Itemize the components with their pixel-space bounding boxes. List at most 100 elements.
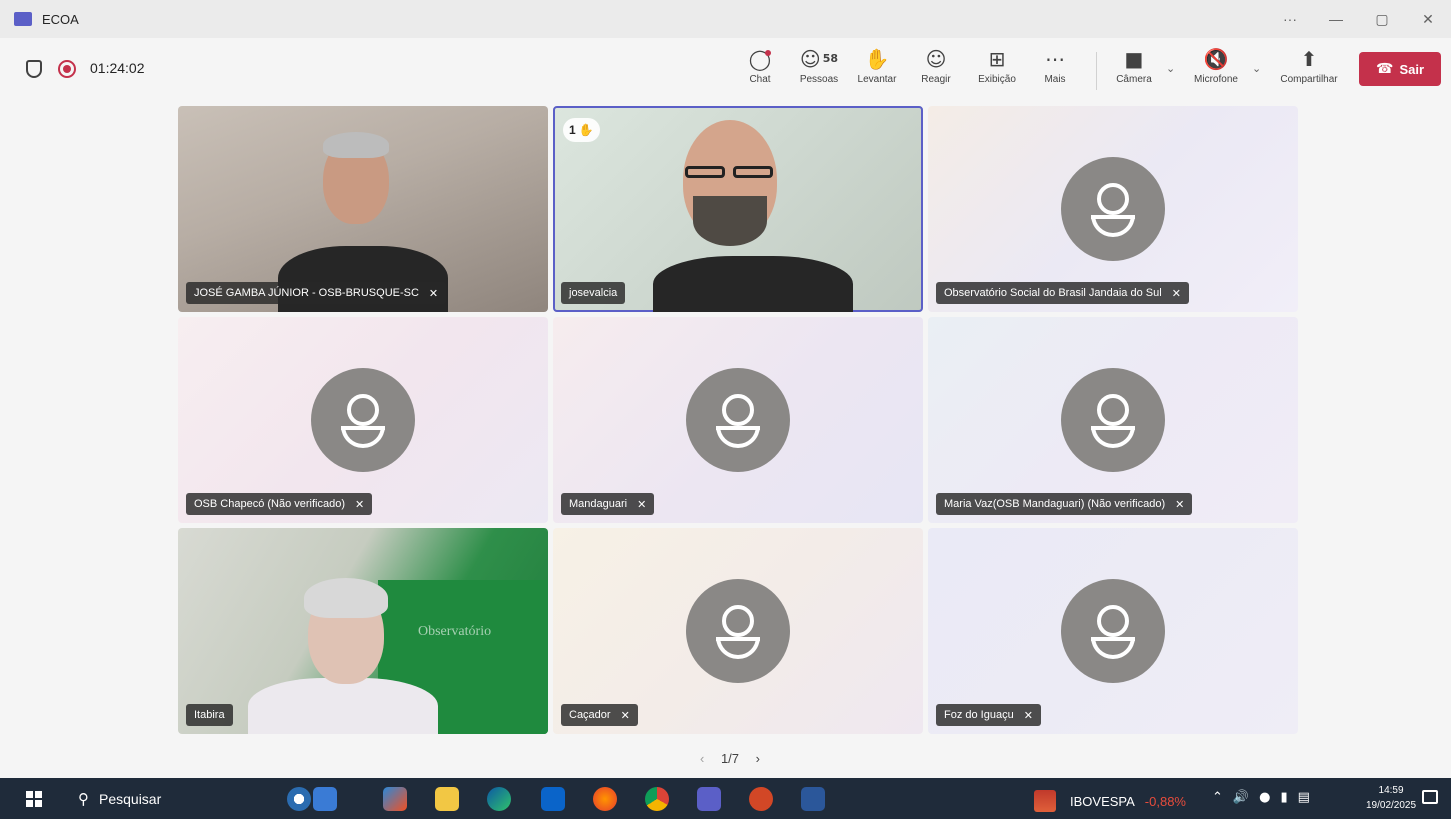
system-tray: ⌃ 🔊 ● ▮ ▤ [1212, 790, 1310, 805]
minimize-button[interactable]: — [1313, 11, 1359, 27]
more-button[interactable]: ⋯ Mais [1040, 46, 1070, 94]
participant-hair [304, 578, 388, 618]
window-controls: ··· — ▢ ✕ [1267, 0, 1451, 38]
react-label: Reagir [921, 74, 951, 85]
smiley-icon: ☺ [925, 47, 947, 71]
mic-muted-icon: ✕ [1023, 708, 1033, 722]
raise-hand-label: Levantar [857, 74, 897, 85]
participant-tile[interactable]: OSB Chapecó (Não verificado) ✕ [178, 317, 548, 523]
page-indicator: 1/7 [720, 750, 740, 766]
firefox-browser-icon[interactable] [593, 787, 617, 811]
more-label: Mais [1044, 74, 1066, 85]
banner-text: Observatório [418, 624, 492, 639]
avatar-placeholder-icon [1061, 368, 1165, 472]
notification-center-icon[interactable] [1422, 790, 1438, 804]
toolbar-divider [1096, 52, 1097, 90]
leave-label: Sair [1399, 61, 1425, 77]
participant-tile[interactable]: Observatório Itabira [178, 528, 548, 734]
taskbar-search[interactable]: ⚲ Pesquisar [64, 782, 274, 815]
participant-glasses-right [733, 166, 773, 178]
camera-button[interactable]: ■ Câmera [1112, 46, 1156, 94]
mic-muted-icon: ✕ [355, 497, 365, 511]
chat-button[interactable]: ◯ Chat [745, 46, 775, 94]
participant-hair [323, 132, 389, 158]
ticker-change: -0,88% [1144, 793, 1186, 809]
participant-nametag: Observatório Social do Brasil Jandaia do… [936, 282, 1189, 304]
participant-tile[interactable]: Caçador ✕ [553, 528, 923, 734]
next-page-chevron-icon[interactable]: › [756, 751, 760, 766]
react-button[interactable]: ☺ Reagir [918, 46, 954, 94]
soccer-widget-icon[interactable] [287, 787, 311, 811]
avatar-placeholder-icon [311, 368, 415, 472]
teams-app-icon [14, 12, 32, 26]
powerpoint-app-icon[interactable] [749, 787, 773, 811]
participant-tile-speaking[interactable]: 1 ✋ josevalcia [553, 106, 923, 312]
participant-nametag: Maria Vaz(OSB Mandaguari) (Não verificad… [936, 493, 1193, 515]
avatar-placeholder-icon [1061, 157, 1165, 261]
view-label: Exibição [978, 74, 1016, 85]
ticker-name: IBOVESPA [1070, 793, 1135, 809]
more-options-button[interactable]: ··· [1267, 11, 1313, 27]
participant-nametag: Itabira [186, 704, 233, 726]
chevron-up-icon[interactable]: ⌃ [1212, 790, 1223, 805]
participant-tile[interactable]: Foz do Iguaçu ✕ [928, 528, 1298, 734]
chat-label: Chat [749, 74, 771, 85]
share-label: Compartilhar [1280, 74, 1338, 85]
file-explorer-icon[interactable] [435, 787, 459, 811]
stock-ticker-widget[interactable]: IBOVESPA -0,88% [1034, 790, 1186, 812]
raised-hand-badge: 1 ✋ [563, 118, 600, 142]
system-clock[interactable]: 14:59 19/02/2025 [1366, 783, 1416, 813]
close-button[interactable]: ✕ [1405, 11, 1451, 28]
microphone-options-chevron-icon[interactable]: ⌄ [1252, 62, 1261, 75]
video-stage: JOSÉ GAMBA JÚNIOR - OSB-BRUSQUE-SC ✕ 1 ✋… [0, 102, 1451, 778]
maximize-button[interactable]: ▢ [1359, 11, 1405, 28]
sports-widget-icon[interactable] [313, 787, 337, 811]
participant-nametag: Mandaguari ✕ [561, 493, 655, 515]
window-title: ECOA [42, 11, 79, 27]
previous-page-chevron-icon[interactable]: ‹ [700, 751, 704, 766]
ellipsis-icon: ⋯ [1045, 47, 1065, 71]
teams-taskbar-icon[interactable] [697, 787, 721, 811]
grid-view-icon: ⊞ [988, 47, 1006, 71]
avatar-placeholder-icon [1061, 579, 1165, 683]
view-button[interactable]: ⊞ Exibição [974, 46, 1020, 94]
participant-nametag: Caçador ✕ [561, 704, 638, 726]
edge-browser-icon[interactable] [487, 787, 511, 811]
raise-hand-button[interactable]: ✋ Levantar [852, 46, 902, 94]
share-button[interactable]: ⬆ Compartilhar [1272, 46, 1346, 94]
battery-icon[interactable]: ▮ [1280, 790, 1287, 805]
clock-time: 14:59 [1378, 785, 1404, 796]
share-screen-icon: ⬆ [1300, 47, 1318, 71]
search-placeholder: Pesquisar [99, 790, 162, 807]
mic-muted-icon: ✕ [1171, 286, 1181, 300]
participant-tile[interactable]: Mandaguari ✕ [553, 317, 923, 523]
mic-muted-icon: ✕ [428, 286, 439, 300]
meeting-toolbar: 01:24:02 ◯ Chat ☺ 58 Pessoas ✋ Levantar ☺… [0, 38, 1451, 102]
participant-nametag: OSB Chapecó (Não verificado) ✕ [186, 493, 373, 515]
participant-tile[interactable]: Observatório Social do Brasil Jandaia do… [928, 106, 1298, 312]
participant-name: Itabira [194, 709, 225, 721]
windows-start-icon[interactable] [26, 791, 42, 807]
people-button[interactable]: ☺ 58 Pessoas [796, 46, 842, 94]
participant-video [248, 678, 438, 734]
microphone-icon[interactable]: ● [1259, 790, 1270, 805]
participant-tile[interactable]: JOSÉ GAMBA JÚNIOR - OSB-BRUSQUE-SC ✕ [178, 106, 548, 312]
os-taskbar: ⚲ Pesquisar IBOVESPA -0,88% ⌃ 🔊 ● ▮ ▤ 14… [0, 778, 1451, 819]
leave-button[interactable]: ☎ Sair [1359, 52, 1441, 86]
microphone-button[interactable]: 🔇 Microfone [1186, 46, 1246, 94]
outlook-app-icon[interactable] [541, 787, 565, 811]
chrome-browser-icon[interactable] [645, 787, 669, 811]
network-icon[interactable]: ▤ [1298, 790, 1310, 805]
participant-glasses-left [685, 166, 725, 178]
participant-nametag: josevalcia [561, 282, 626, 304]
participant-name: OSB Chapecó (Não verificado) [194, 498, 346, 510]
avatar-placeholder-icon [686, 368, 790, 472]
search-icon: ⚲ [78, 789, 89, 808]
volume-icon[interactable]: 🔊 [1233, 790, 1249, 805]
participant-tile[interactable]: Maria Vaz(OSB Mandaguari) (Não verificad… [928, 317, 1298, 523]
word-app-icon[interactable] [801, 787, 825, 811]
meeting-timer: 01:24:02 [90, 60, 145, 76]
camera-options-chevron-icon[interactable]: ⌄ [1166, 62, 1175, 75]
copilot-app-icon[interactable] [383, 787, 407, 811]
people-icon: ☺ 58 [799, 47, 839, 71]
